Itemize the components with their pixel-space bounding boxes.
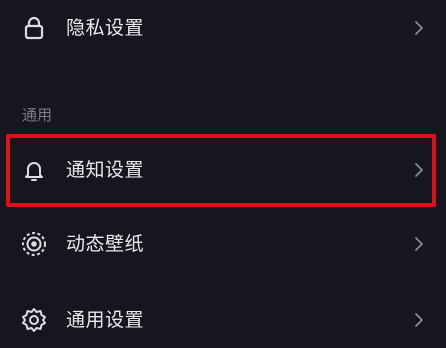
chevron-right-icon bbox=[415, 237, 423, 251]
settings-item-label: 通用设置 bbox=[66, 309, 145, 331]
section-label-general: 通用 bbox=[22, 106, 53, 124]
gear-icon bbox=[22, 308, 46, 332]
settings-item-label: 动态壁纸 bbox=[66, 233, 145, 255]
lock-icon bbox=[24, 16, 44, 40]
chevron-right-icon bbox=[415, 21, 423, 35]
settings-item-label: 通知设置 bbox=[66, 159, 145, 181]
settings-item-wallpaper[interactable]: 动态壁纸 bbox=[0, 216, 446, 272]
chevron-right-icon bbox=[415, 313, 423, 327]
settings-item-general[interactable]: 通用设置 bbox=[0, 292, 446, 348]
settings-item-notifications[interactable]: 通知设置 bbox=[0, 142, 446, 198]
settings-item-privacy[interactable]: 隐私设置 bbox=[0, 0, 446, 56]
chevron-right-icon bbox=[415, 163, 423, 177]
bell-icon bbox=[25, 162, 43, 181]
wallpaper-icon bbox=[22, 232, 46, 256]
settings-item-label: 隐私设置 bbox=[66, 17, 145, 39]
